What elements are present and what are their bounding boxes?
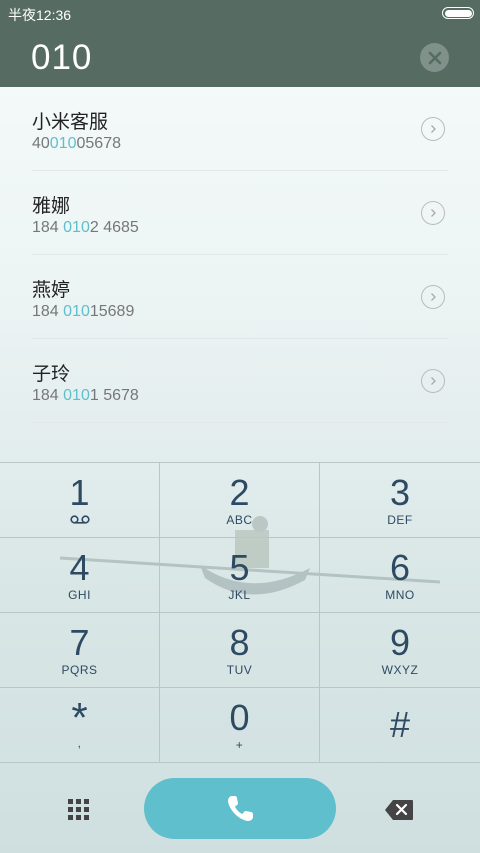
contact-row[interactable]: 小米客服 4001005678 <box>0 87 480 171</box>
contact-number: 4001005678 <box>32 135 121 152</box>
call-button[interactable] <box>144 778 336 839</box>
dialer-header: 半夜12:36 010 <box>0 0 480 87</box>
chevron-right-icon <box>431 209 436 217</box>
chevron-right-icon <box>431 125 436 133</box>
key-5[interactable]: 5 JKL <box>160 538 320 613</box>
contact-number: 184 0101 5678 <box>32 387 139 404</box>
key-hash[interactable]: # <box>320 688 480 763</box>
contact-name: 小米客服 <box>32 111 109 133</box>
keypad-grid-icon <box>68 799 89 820</box>
backspace-button[interactable] <box>384 799 414 821</box>
key-1[interactable]: 1 <box>0 463 160 538</box>
status-time: 半夜12:36 <box>8 7 72 23</box>
toggle-keypad-button[interactable] <box>66 797 92 823</box>
contact-number: 184 01015689 <box>32 303 135 320</box>
contact-detail-button[interactable] <box>421 285 445 309</box>
key-4[interactable]: 4 GHI <box>0 538 160 613</box>
key-star[interactable]: * , <box>0 688 160 763</box>
contact-row[interactable]: 子玲 184 0101 5678 <box>0 339 480 423</box>
dialed-number: 010 <box>31 38 93 77</box>
contact-name: 燕婷 <box>32 279 71 301</box>
key-3[interactable]: 3 DEF <box>320 463 480 538</box>
contact-number: 184 0102 4685 <box>32 219 139 236</box>
key-0[interactable]: 0 + <box>160 688 320 763</box>
chevron-right-icon <box>431 293 436 301</box>
phone-icon <box>228 795 253 821</box>
key-7[interactable]: 7 PQRS <box>0 613 160 688</box>
contact-name: 子玲 <box>32 363 71 385</box>
key-2[interactable]: 2 ABC <box>160 463 320 538</box>
contact-detail-button[interactable] <box>421 117 445 141</box>
backspace-icon <box>385 800 413 820</box>
voicemail-icon <box>69 515 90 524</box>
contact-name: 雅娜 <box>32 195 71 217</box>
clear-button[interactable] <box>420 43 449 72</box>
dialer-action-bar <box>0 765 480 853</box>
key-9[interactable]: 9 WXYZ <box>320 613 480 688</box>
battery-icon <box>442 7 474 19</box>
chevron-right-icon <box>431 377 436 385</box>
clear-icon <box>428 51 441 64</box>
contact-detail-button[interactable] <box>421 369 445 393</box>
contact-row[interactable]: 雅娜 184 0102 4685 <box>0 171 480 255</box>
contact-detail-button[interactable] <box>421 201 445 225</box>
contact-row[interactable]: 燕婷 184 01015689 <box>0 255 480 339</box>
dial-keypad: 1 2 ABC 3 DEF 4 GHI 5 JKL 6 MNO 7 PQRS 8… <box>0 462 480 765</box>
key-6[interactable]: 6 MNO <box>320 538 480 613</box>
key-8[interactable]: 8 TUV <box>160 613 320 688</box>
